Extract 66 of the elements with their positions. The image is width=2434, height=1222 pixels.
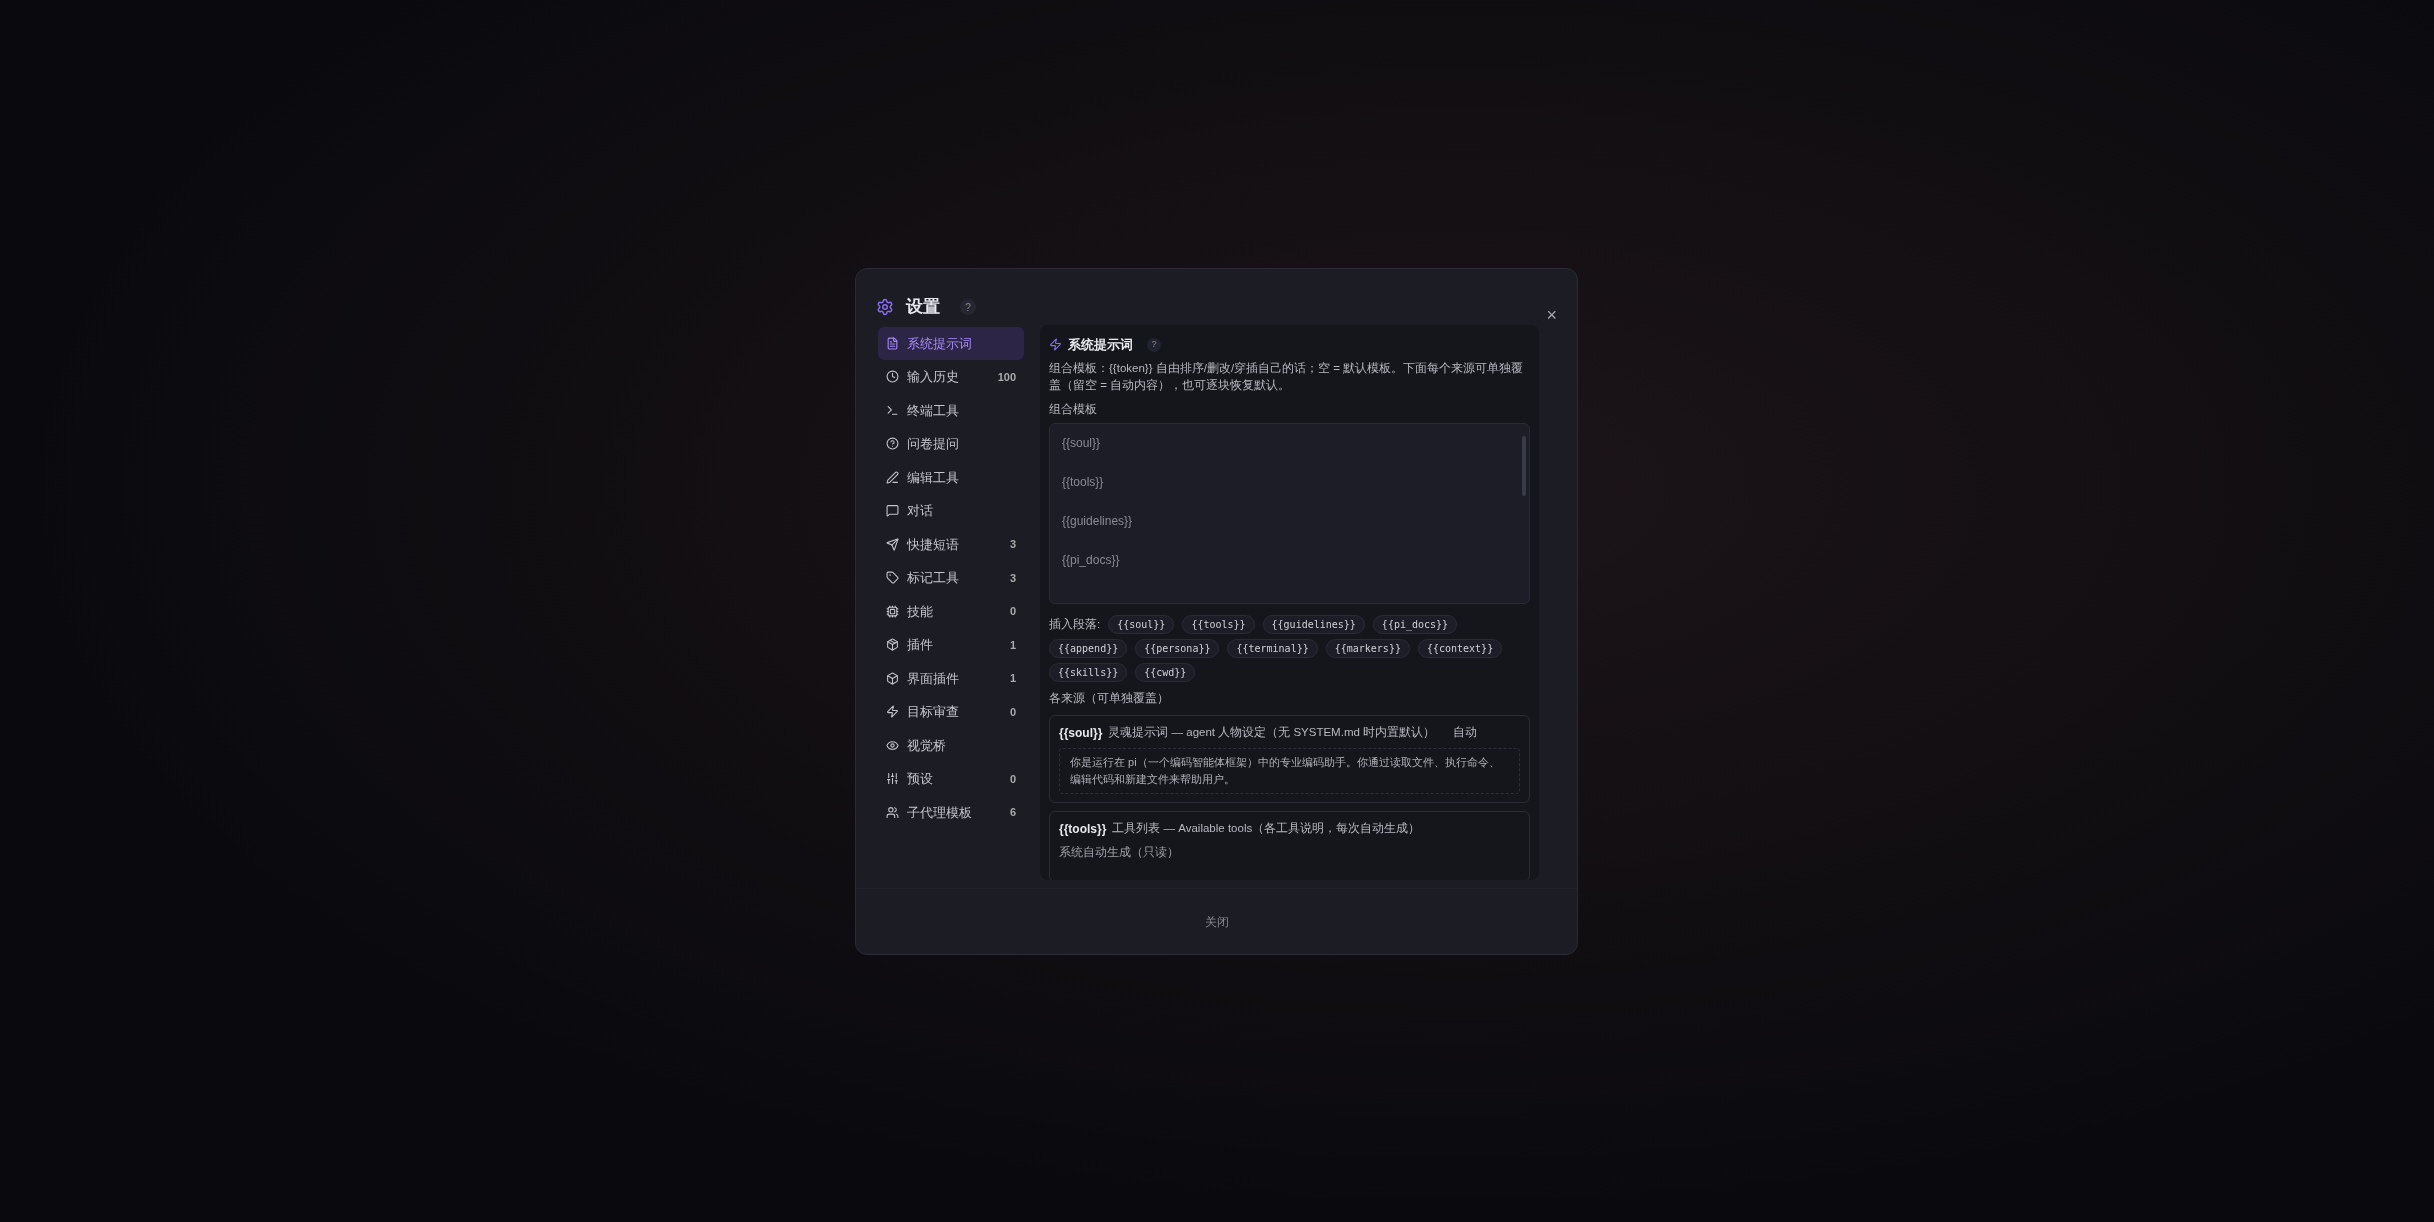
nav-icon [886,437,899,451]
section-title: 系统提示词 [1068,336,1133,354]
sidebar-item[interactable]: 插件 1 [878,628,1024,661]
token-chip[interactable]: {{context}} [1417,638,1503,658]
insert-label: 插入段落: [1049,616,1101,632]
section-description: 组合模板：{{token}} 自由排序/删改/穿插自己的话；空 = 默认模板。下面每个来源可单独覆盖（留空 = 自动内容），也可逐块恢复默认。 [1049,360,1525,393]
sidebar-item[interactable]: 目标审查 0 [878,695,1024,728]
source-token: {{soul}} [1059,725,1103,742]
nav-icon [886,504,899,518]
bolt-icon [1049,338,1062,352]
nav-icon [886,571,899,585]
token-chip[interactable]: {{guidelines}} [1262,614,1365,634]
sidebar-item[interactable]: 预设 0 [878,762,1024,795]
settings-icon [876,298,894,316]
token-chip[interactable]: {{pi_docs}} [1372,614,1458,634]
template-line: {{guidelines}} [1062,512,1134,530]
source-token: {{tools}} [1059,821,1107,838]
token-chip[interactable]: {{tools}} [1182,614,1255,634]
sidebar-item[interactable]: 标记工具 3 [878,561,1024,594]
sidebar-item[interactable]: 对话 [878,494,1024,527]
sources-label: 各来源（可单独覆盖） [1049,690,1170,706]
sidebar-item[interactable]: 快捷短语 3 [878,528,1024,561]
help-icon[interactable]: ? [1147,337,1161,352]
nav-icon [886,805,899,819]
template-line: {{tools}} [1062,473,1105,491]
sidebar-item[interactable]: 编辑工具 [878,461,1024,494]
sidebar-item[interactable]: 视觉桥 [878,729,1024,762]
close-button[interactable]: × [1546,306,1557,324]
nav-icon [886,772,899,786]
sidebar-item[interactable]: 终端工具 [878,394,1024,427]
template-line: {{pi_docs}} [1062,551,1121,569]
nav-icon [886,336,899,350]
dialog-title: 设置 [906,296,940,319]
sidebar-item[interactable]: 输入历史 100 [878,360,1024,393]
token-chip[interactable]: {{skills}} [1049,662,1128,682]
nav-icon [886,705,899,719]
nav-icon [886,671,899,685]
nav-icon [886,403,899,417]
source-content-field[interactable]: 你是运行在 pi（一个编码智能体框架）中的专业编码助手。你通过读取文件、执行命令、编辑代码和新建文件来帮助用户。 [1059,748,1520,794]
nav-icon [886,638,899,652]
token-chip[interactable]: {{persona}} [1135,638,1220,658]
scrollbar-icon [1522,435,1526,496]
source-mode: 自动 [1453,725,1478,741]
sidebar-item[interactable]: 技能 0 [878,595,1024,628]
template-line: {{soul}} [1062,434,1102,452]
token-chip[interactable]: {{terminal}} [1227,638,1318,658]
nav-icon [886,370,899,384]
sidebar-item[interactable]: 系统提示词 [878,327,1024,360]
template-textarea[interactable]: {{soul}} {{tools}} {{guidelines}} {{pi_docs}} [1049,422,1530,604]
source-description: 灵魂提示词 — agent 人物设定（无 SYSTEM.md 时内置默认） [1108,725,1436,741]
nav-icon [886,604,899,618]
nav-icon [886,470,899,484]
token-chip[interactable]: {{soul}} [1108,614,1175,634]
token-chip[interactable]: {{cwd}} [1135,662,1196,682]
token-chip[interactable]: {{markers}} [1325,638,1410,658]
sidebar-item[interactable]: 问卷提问 [878,427,1024,460]
token-chip[interactable]: {{append}} [1049,638,1128,658]
sidebar-item[interactable]: 子代理模板 6 [878,796,1024,829]
close-footer-button[interactable]: 关闭 [1192,908,1241,935]
help-icon[interactable]: ? [960,299,976,315]
source-description: 工具列表 — Available tools（各工具说明，每次自动生成） [1112,821,1421,837]
nav-icon [886,738,899,752]
readonly-note: 系统自动生成（只读） [1059,845,1180,860]
nav-icon [886,537,899,551]
field-label: 组合模板 [1049,401,1098,417]
sidebar-item[interactable]: 界面插件 1 [878,662,1024,695]
